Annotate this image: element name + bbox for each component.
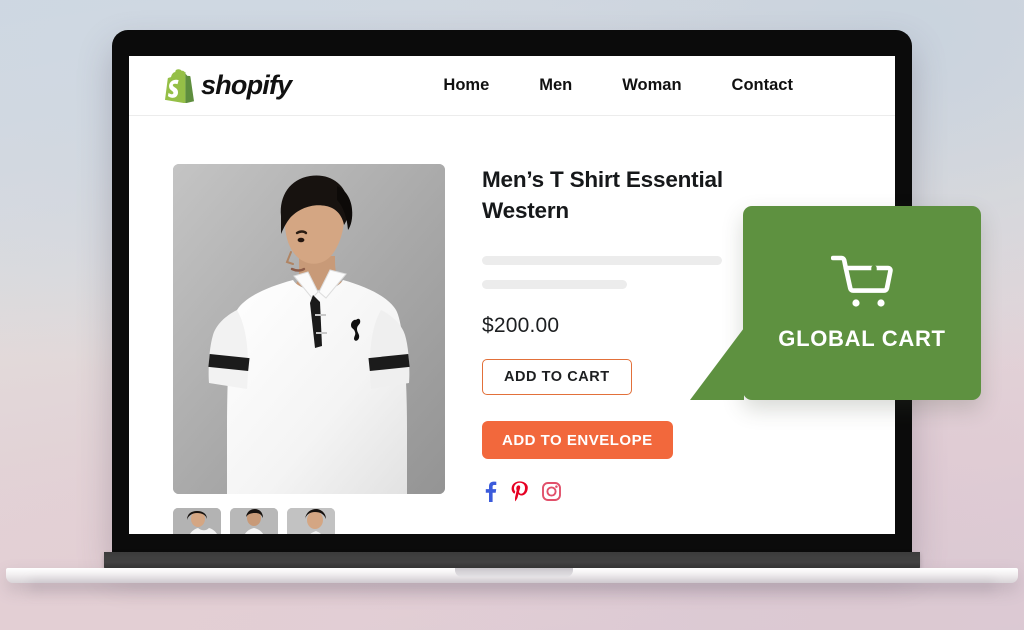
callout-tail — [690, 328, 744, 400]
thumbnail-1[interactable] — [230, 508, 278, 534]
nav-item-men[interactable]: Men — [539, 76, 572, 95]
global-cart-callout: GLOBAL CART — [690, 206, 981, 400]
thumbnail-photo — [230, 508, 278, 534]
laptop-base-notch — [455, 568, 573, 577]
instagram-icon[interactable] — [542, 482, 561, 502]
callout-label: GLOBAL CART — [778, 325, 946, 351]
product-thumbnails — [173, 508, 445, 534]
laptop-base-shadow — [30, 581, 994, 597]
thumbnail-0[interactable] — [173, 508, 221, 534]
shopify-bag-icon — [165, 68, 194, 103]
facebook-icon[interactable] — [482, 481, 497, 503]
nav-item-home[interactable]: Home — [443, 76, 489, 95]
product-gallery — [173, 164, 445, 534]
product-hero-image[interactable] — [173, 164, 445, 494]
description-skeleton-line-2 — [482, 280, 627, 290]
product-photo — [173, 164, 445, 494]
thumbnail-photo — [173, 508, 221, 534]
thumbnail-photo — [287, 508, 335, 534]
main-nav: Home Men Woman Contact — [443, 76, 793, 95]
add-to-cart-button[interactable]: ADD TO CART — [482, 359, 632, 396]
brand-name: shopify — [201, 70, 292, 100]
social-links — [482, 481, 812, 503]
thumbnail-2[interactable] — [287, 508, 335, 534]
site-header: shopify Home Men Woman Contact — [129, 56, 895, 116]
shopping-cart-icon — [831, 255, 893, 307]
product-title: Men’s T Shirt Essential Western — [482, 167, 723, 224]
brand-logo-link[interactable]: shopify — [164, 68, 292, 103]
nav-item-woman[interactable]: Woman — [622, 76, 681, 95]
add-to-envelope-button[interactable]: ADD TO ENVELOPE — [482, 421, 673, 460]
nav-item-contact[interactable]: Contact — [732, 76, 793, 95]
description-skeleton-line-1 — [482, 256, 722, 266]
screenshot-stage: shopify Home Men Woman Contact Men’s T S… — [0, 0, 1024, 630]
pinterest-icon[interactable] — [511, 481, 528, 502]
